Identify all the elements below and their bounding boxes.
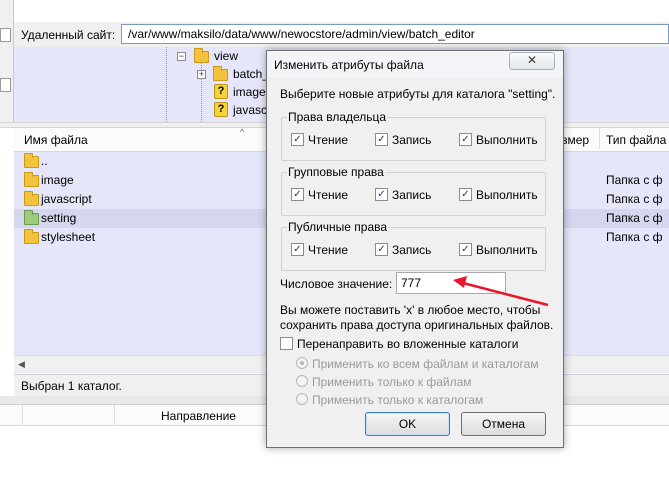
apply-all-radio[interactable] bbox=[296, 357, 308, 369]
dialog-body: Выберите новые атрибуты для каталога "se… bbox=[273, 78, 557, 442]
tree-item-image[interactable]: ? image bbox=[213, 83, 266, 101]
group-exec-checkbox[interactable]: ✓ bbox=[459, 188, 472, 201]
status-text: Выбран 1 каталог. bbox=[21, 379, 122, 393]
dialog-title: Изменить атрибуты файла bbox=[274, 58, 424, 72]
owner-exec-checkbox[interactable]: ✓ bbox=[459, 133, 472, 146]
dialog-titlebar[interactable]: Изменить атрибуты файла ✕ bbox=[267, 51, 563, 77]
remote-path-input[interactable]: /var/www/maksilo/data/www/newocstore/adm… bbox=[121, 24, 669, 44]
group-permissions-group: Групповые права ✓ Чтение ✓ Запись ✓ Выпо… bbox=[281, 165, 546, 216]
tree-item-batch[interactable]: batch_ bbox=[213, 65, 269, 83]
recurse-label: Перенаправить во вложенные каталоги bbox=[297, 337, 519, 351]
column-divider[interactable] bbox=[114, 405, 115, 426]
folder-icon bbox=[24, 229, 39, 244]
column-header-name[interactable]: Имя файла bbox=[24, 133, 88, 147]
tree-guide-line bbox=[166, 47, 167, 122]
folder-icon bbox=[24, 172, 39, 187]
cancel-button[interactable]: Отмена bbox=[461, 412, 546, 436]
folder-icon bbox=[213, 66, 228, 81]
folder-icon bbox=[24, 210, 39, 225]
group-write-checkbox[interactable]: ✓ bbox=[375, 188, 388, 201]
folder-icon bbox=[194, 48, 209, 63]
hint-text-line1: Вы можете поставить 'x' в любое место, ч… bbox=[280, 303, 541, 317]
column-header-direction[interactable]: Направление bbox=[161, 409, 236, 423]
sort-arrow-icon: ^ bbox=[240, 127, 245, 137]
recurse-checkbox[interactable] bbox=[280, 337, 293, 350]
apply-files-radio[interactable] bbox=[296, 375, 308, 387]
apply-dirs-radio[interactable] bbox=[296, 393, 308, 405]
ok-button[interactable]: OK bbox=[365, 412, 450, 436]
left-panel-control[interactable] bbox=[0, 28, 11, 42]
folder-icon bbox=[24, 191, 39, 206]
tree-item-view[interactable]: view bbox=[194, 47, 238, 65]
folder-icon bbox=[24, 153, 39, 168]
tree-collapse-icon[interactable]: − bbox=[177, 52, 186, 61]
group-read-checkbox[interactable]: ✓ bbox=[291, 188, 304, 201]
numeric-value-label: Числовое значение: bbox=[280, 277, 393, 291]
file-attributes-dialog: Изменить атрибуты файла ✕ Выберите новые… bbox=[266, 50, 564, 448]
column-header-type[interactable]: Тип файла bbox=[606, 133, 666, 147]
remote-site-label: Удаленный сайт: bbox=[21, 28, 116, 42]
public-permissions-group: Публичные права ✓ Чтение ✓ Запись ✓ Выпо… bbox=[281, 220, 546, 271]
owner-permissions-group: Права владельца ✓ Чтение ✓ Запись ✓ Выпо… bbox=[281, 110, 546, 161]
owner-write-checkbox[interactable]: ✓ bbox=[375, 133, 388, 146]
column-divider[interactable] bbox=[599, 128, 600, 149]
column-header-size[interactable]: змер bbox=[562, 133, 589, 147]
left-panel-edge bbox=[0, 0, 14, 122]
left-panel-control[interactable] bbox=[0, 78, 11, 92]
tree-expand-icon[interactable]: + bbox=[197, 70, 206, 79]
owner-read-checkbox[interactable]: ✓ bbox=[291, 133, 304, 146]
tree-item-javascript[interactable]: ? javasc bbox=[213, 101, 267, 119]
public-exec-checkbox[interactable]: ✓ bbox=[459, 243, 472, 256]
dialog-prompt: Выберите новые атрибуты для каталога "se… bbox=[280, 87, 556, 101]
question-icon: ? bbox=[214, 102, 228, 117]
close-button[interactable]: ✕ bbox=[509, 52, 555, 70]
public-write-checkbox[interactable]: ✓ bbox=[375, 243, 388, 256]
public-read-checkbox[interactable]: ✓ bbox=[291, 243, 304, 256]
question-icon: ? bbox=[214, 84, 228, 99]
remote-site-bar: Удаленный сайт: /var/www/maksilo/data/ww… bbox=[14, 22, 669, 47]
scroll-left-icon[interactable]: ◀ bbox=[18, 359, 25, 370]
hint-text-line2: сохранить права доступа оригинальных фай… bbox=[280, 318, 554, 332]
column-divider[interactable] bbox=[22, 405, 23, 426]
